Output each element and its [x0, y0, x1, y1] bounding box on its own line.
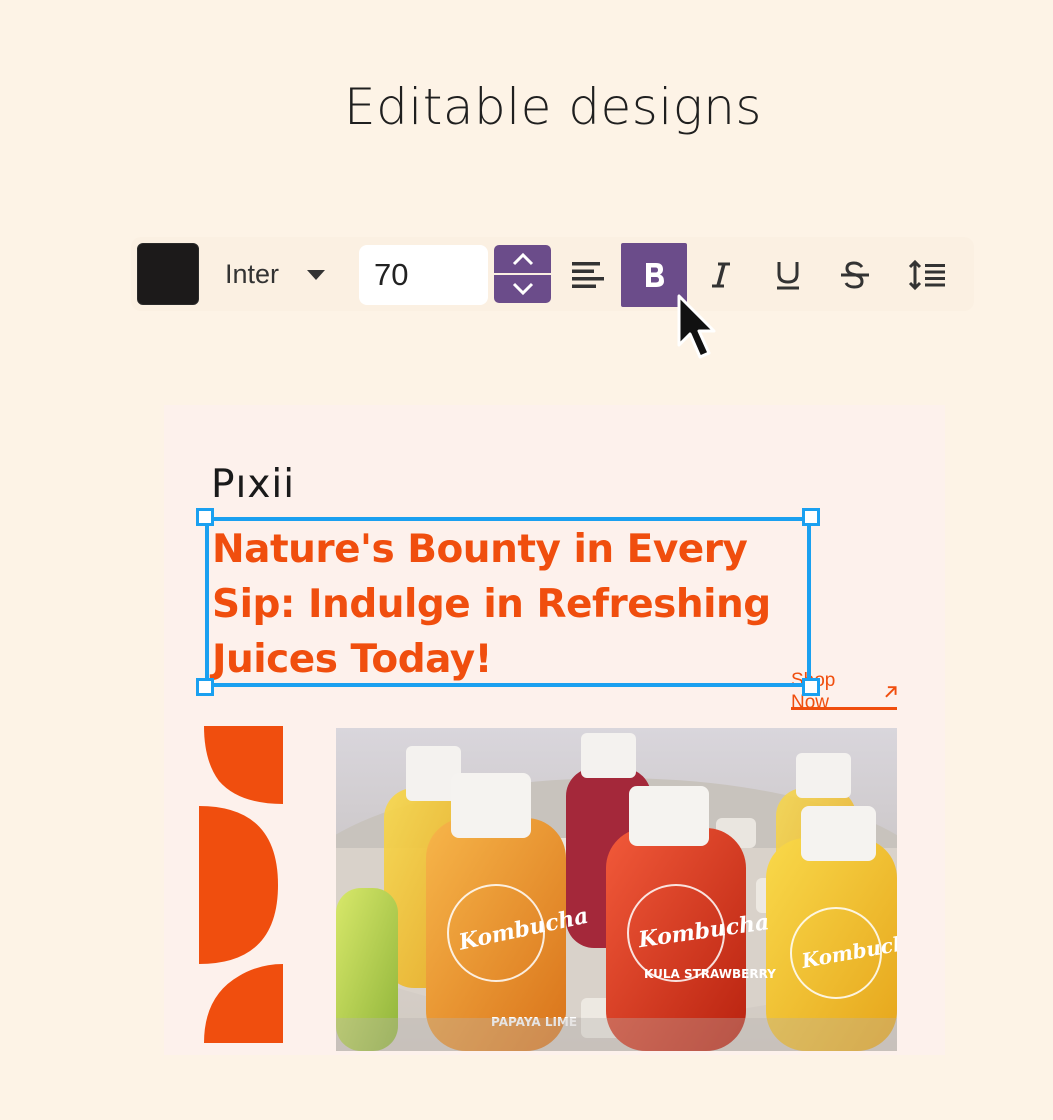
line-height-icon	[908, 259, 945, 291]
resize-handle-bottom-right[interactable]	[802, 678, 820, 696]
decrease-size-button[interactable]	[494, 273, 551, 303]
bold-icon	[646, 263, 664, 287]
decorative-half-circles	[199, 726, 283, 1043]
chevron-down-icon	[512, 282, 533, 296]
align-button[interactable]	[555, 243, 621, 307]
font-size-input[interactable]: 70	[359, 245, 488, 305]
resize-handle-top-left[interactable]	[196, 508, 214, 526]
increase-size-button[interactable]	[494, 245, 551, 273]
strikethrough-icon	[841, 261, 869, 289]
kombucha-bottles-image: Kombucha Kombucha Kombucha PAPAYA LIME K…	[336, 728, 897, 1051]
resize-handle-top-right[interactable]	[802, 508, 820, 526]
italic-icon	[712, 262, 730, 288]
brand-logo: Pıxii	[211, 462, 296, 507]
product-photo: Kombucha Kombucha Kombucha PAPAYA LIME K…	[336, 728, 897, 1051]
align-left-icon	[572, 262, 604, 288]
font-family-value: Inter	[225, 258, 280, 289]
text-color-swatch[interactable]	[137, 243, 199, 305]
font-family-dropdown[interactable]: Inter	[212, 245, 347, 303]
chevron-up-icon	[512, 252, 533, 266]
font-size-stepper[interactable]	[494, 245, 551, 303]
resize-handle-bottom-left[interactable]	[196, 678, 214, 696]
arrow-up-right-icon	[884, 685, 897, 698]
mouse-cursor-icon	[677, 294, 716, 359]
underline-icon	[777, 262, 799, 290]
line-height-button[interactable]	[894, 243, 960, 307]
underline-button[interactable]	[755, 243, 821, 307]
chevron-down-icon	[307, 270, 325, 280]
selection-box	[205, 517, 811, 687]
svg-text:KULA STRAWBERRY: KULA STRAWBERRY	[644, 967, 776, 981]
strikethrough-button[interactable]	[822, 243, 888, 307]
page-heading: Editable designs	[344, 78, 762, 136]
